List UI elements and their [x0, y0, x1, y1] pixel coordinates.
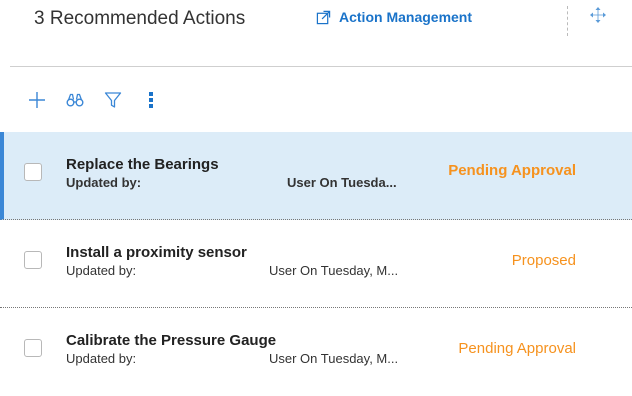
updated-by-label: Updated by: [66, 263, 137, 278]
filter-button[interactable] [102, 89, 124, 111]
page-title: 3 Recommended Actions [34, 8, 246, 29]
list-item[interactable]: Replace the Bearings Updated by: User On… [0, 132, 632, 220]
updated-by-label: Updated by: [66, 351, 137, 366]
action-management-link[interactable]: Action Management [316, 9, 472, 25]
status-badge: Proposed [511, 252, 576, 269]
binoculars-icon [66, 93, 84, 107]
filter-icon [104, 92, 122, 108]
updated-by-value: User On Tuesda... [287, 175, 397, 190]
more-options-button[interactable] [140, 89, 162, 111]
row-checkbox[interactable] [24, 339, 42, 357]
toolbar [26, 88, 162, 112]
status-badge: Pending Approval [458, 340, 576, 357]
updated-by-value: User On Tuesday, M... [269, 263, 399, 278]
external-link-icon [316, 10, 331, 24]
updated-by-label: Updated by: [66, 175, 142, 190]
action-name: Replace the Bearings [66, 156, 219, 173]
move-icon[interactable] [589, 6, 607, 24]
action-name: Install a proximity sensor [66, 244, 247, 261]
list-item[interactable]: Install a proximity sensor Updated by: U… [0, 220, 632, 308]
row-checkbox[interactable] [24, 163, 42, 181]
action-name: Calibrate the Pressure Gauge [66, 332, 277, 349]
header-divider [567, 6, 568, 36]
status-badge: Pending Approval [448, 162, 576, 179]
recommended-actions-list: Replace the Bearings Updated by: User On… [0, 132, 632, 396]
updated-by-value: User On Tuesday, M... [269, 351, 399, 366]
header-separator [10, 66, 632, 67]
search-button[interactable] [64, 89, 86, 111]
more-options-icon [149, 92, 153, 108]
add-icon [29, 92, 45, 108]
header: 3 Recommended Actions Action Management [0, 0, 632, 66]
list-item[interactable]: Calibrate the Pressure Gauge Updated by:… [0, 308, 632, 396]
row-checkbox[interactable] [24, 251, 42, 269]
add-button[interactable] [26, 89, 48, 111]
action-management-label: Action Management [339, 9, 473, 25]
